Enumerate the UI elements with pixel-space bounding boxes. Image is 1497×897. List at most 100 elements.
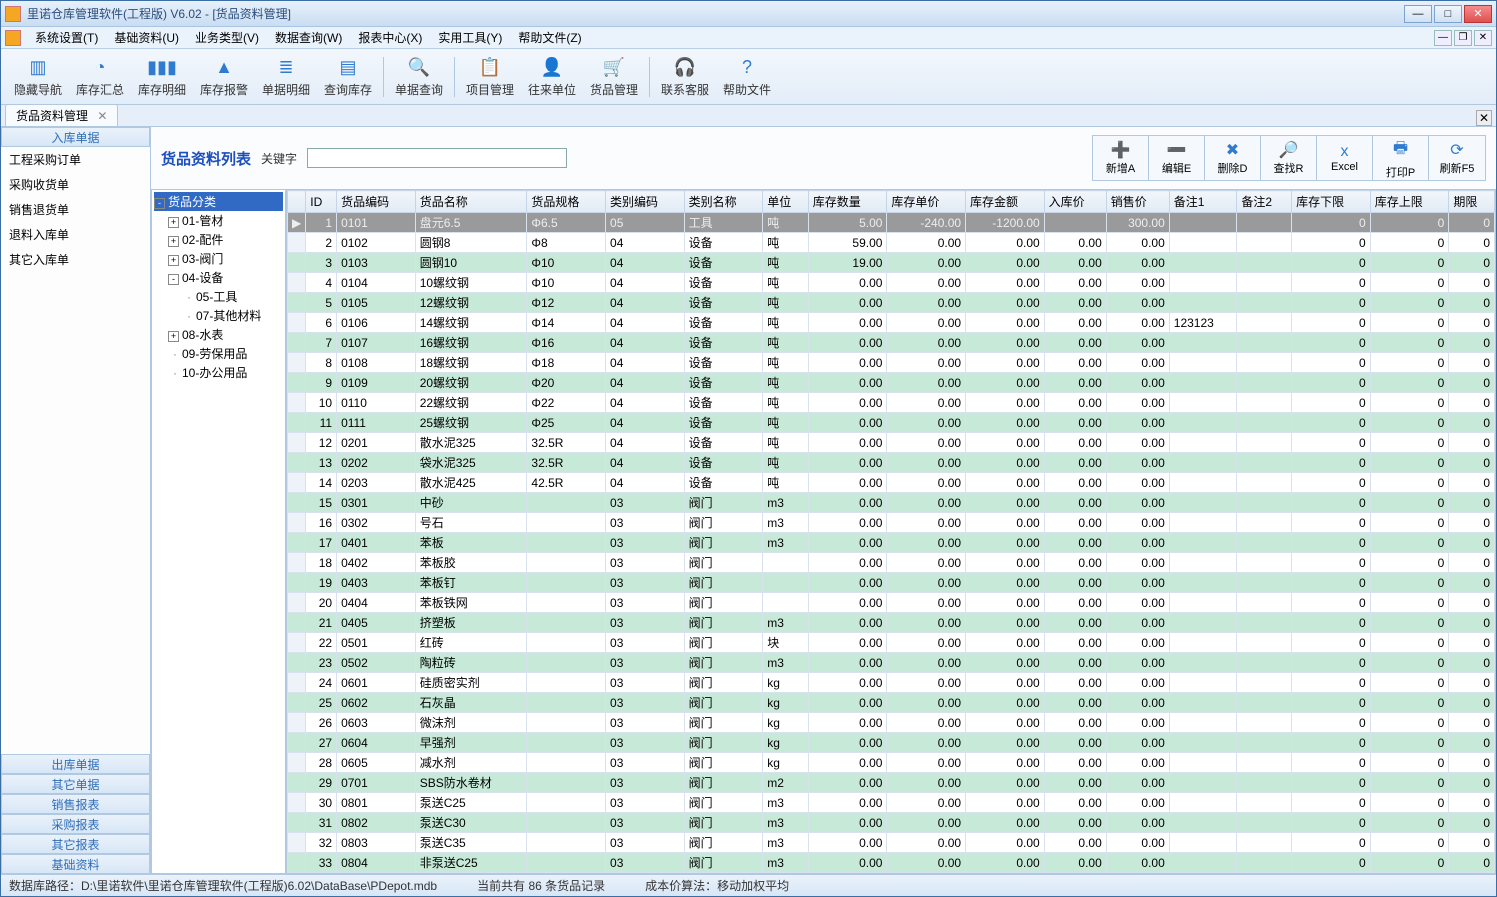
cell[interactable]: kg — [763, 733, 809, 753]
cell[interactable] — [1169, 613, 1237, 633]
table-row[interactable]: ▶10101盘元6.5Φ6.505工具吨5.00-240.00-1200.003… — [288, 213, 1495, 233]
cell[interactable] — [527, 613, 606, 633]
cell[interactable]: 5.00 — [808, 213, 887, 233]
cell[interactable]: 0.00 — [966, 233, 1045, 253]
cell[interactable]: Φ20 — [527, 373, 606, 393]
cell[interactable]: 0.00 — [1106, 693, 1169, 713]
cell[interactable]: 0.00 — [808, 793, 887, 813]
cell[interactable]: 0 — [1370, 233, 1449, 253]
table-row[interactable]: 180402苯板胶03阀门0.000.000.000.000.00000 — [288, 553, 1495, 573]
cell[interactable]: 0.00 — [887, 573, 966, 593]
cell[interactable]: 0 — [1292, 573, 1371, 593]
cell[interactable]: 0201 — [337, 433, 416, 453]
cell[interactable]: 0.00 — [1106, 673, 1169, 693]
column-header[interactable]: 货品编码 — [337, 191, 416, 213]
cell[interactable] — [1237, 453, 1292, 473]
nav-item[interactable]: 采购收货单 — [1, 172, 150, 197]
action-button[interactable]: 🖶打印P — [1373, 136, 1429, 180]
cell[interactable]: 42.5R — [527, 473, 606, 493]
close-button[interactable]: ✕ — [1464, 5, 1492, 23]
cell[interactable]: 0.00 — [1106, 813, 1169, 833]
cell[interactable] — [1237, 273, 1292, 293]
action-button[interactable]: ➕新增A — [1093, 136, 1149, 180]
cell[interactable]: 0.00 — [808, 513, 887, 533]
cell[interactable]: 0.00 — [1106, 533, 1169, 553]
cell[interactable]: 31 — [306, 813, 337, 833]
cell[interactable]: 0.00 — [887, 293, 966, 313]
cell[interactable]: 0.00 — [808, 313, 887, 333]
cell[interactable]: 0106 — [337, 313, 416, 333]
cell[interactable]: 15 — [306, 493, 337, 513]
cell[interactable]: 0 — [1292, 693, 1371, 713]
table-row[interactable]: 210405挤塑板03阀门m30.000.000.000.000.00000 — [288, 613, 1495, 633]
cell[interactable]: 吨 — [763, 353, 809, 373]
cell[interactable]: 阀门 — [684, 753, 763, 773]
cell[interactable]: 0.00 — [887, 693, 966, 713]
cell[interactable]: 0.00 — [1106, 593, 1169, 613]
cell[interactable]: 0 — [1370, 513, 1449, 533]
cell[interactable]: 泵送C25 — [415, 793, 527, 813]
table-row[interactable]: 6010614螺纹钢Φ1404设备吨0.000.000.000.000.0012… — [288, 313, 1495, 333]
cell[interactable] — [527, 513, 606, 533]
cell[interactable]: 0701 — [337, 773, 416, 793]
cell[interactable]: 0104 — [337, 273, 416, 293]
cell[interactable]: Φ12 — [527, 293, 606, 313]
cell[interactable]: 0.00 — [887, 833, 966, 853]
cell[interactable]: kg — [763, 693, 809, 713]
cell[interactable]: 0.00 — [966, 273, 1045, 293]
cell[interactable]: 0.00 — [966, 673, 1045, 693]
cell[interactable]: 0.00 — [887, 453, 966, 473]
cell[interactable]: 0 — [1292, 753, 1371, 773]
cell[interactable]: Φ22 — [527, 393, 606, 413]
column-header[interactable]: 单位 — [763, 191, 809, 213]
cell[interactable] — [527, 833, 606, 853]
cell[interactable]: 0.00 — [1044, 773, 1106, 793]
cell[interactable]: 0.00 — [966, 533, 1045, 553]
cell[interactable]: 0 — [1370, 413, 1449, 433]
cell[interactable] — [1169, 273, 1237, 293]
cell[interactable]: 0 — [1370, 613, 1449, 633]
cell[interactable]: 0.00 — [887, 633, 966, 653]
cell[interactable]: 0.00 — [887, 273, 966, 293]
cell[interactable]: 0 — [1370, 673, 1449, 693]
cell[interactable]: 0.00 — [1044, 653, 1106, 673]
cell[interactable]: 0.00 — [887, 853, 966, 873]
cell[interactable]: Φ16 — [527, 333, 606, 353]
cell[interactable]: 0 — [1370, 853, 1449, 873]
cell[interactable]: 0 — [1292, 353, 1371, 373]
cell[interactable]: 0 — [1370, 313, 1449, 333]
cell[interactable]: 0.00 — [1044, 433, 1106, 453]
cell[interactable]: 0 — [1370, 533, 1449, 553]
cell[interactable]: 0.00 — [966, 693, 1045, 713]
cell[interactable]: 04 — [606, 313, 685, 333]
cell[interactable]: 0 — [1292, 453, 1371, 473]
cell[interactable]: 0 — [1370, 833, 1449, 853]
table-row[interactable]: 280605减水剂03阀门kg0.000.000.000.000.00000 — [288, 753, 1495, 773]
cell[interactable]: 24 — [306, 673, 337, 693]
cell[interactable]: 0.00 — [1044, 353, 1106, 373]
cell[interactable]: 0 — [1449, 273, 1495, 293]
cell[interactable]: 阀门 — [684, 733, 763, 753]
cell[interactable]: 0.00 — [1106, 753, 1169, 773]
cell[interactable] — [527, 493, 606, 513]
cell[interactable]: 0.00 — [808, 413, 887, 433]
cell[interactable] — [1237, 353, 1292, 373]
cell[interactable]: 阀门 — [684, 553, 763, 573]
cell[interactable]: 0.00 — [808, 813, 887, 833]
cell[interactable]: 设备 — [684, 453, 763, 473]
cell[interactable]: 设备 — [684, 353, 763, 373]
cell[interactable]: 0 — [1449, 433, 1495, 453]
cell[interactable]: 0.00 — [966, 733, 1045, 753]
cell[interactable]: 0.00 — [966, 713, 1045, 733]
cell[interactable]: 设备 — [684, 293, 763, 313]
cell[interactable]: 21 — [306, 613, 337, 633]
accordion-header[interactable]: 基础资料 — [1, 854, 150, 874]
cell[interactable]: 05 — [606, 213, 685, 233]
cell[interactable]: 0.00 — [887, 553, 966, 573]
cell[interactable]: 0604 — [337, 733, 416, 753]
cell[interactable]: 03 — [606, 773, 685, 793]
cell[interactable]: m3 — [763, 513, 809, 533]
cell[interactable] — [1169, 493, 1237, 513]
menu-item[interactable]: 帮助文件(Z) — [510, 27, 589, 48]
cell[interactable] — [1169, 773, 1237, 793]
